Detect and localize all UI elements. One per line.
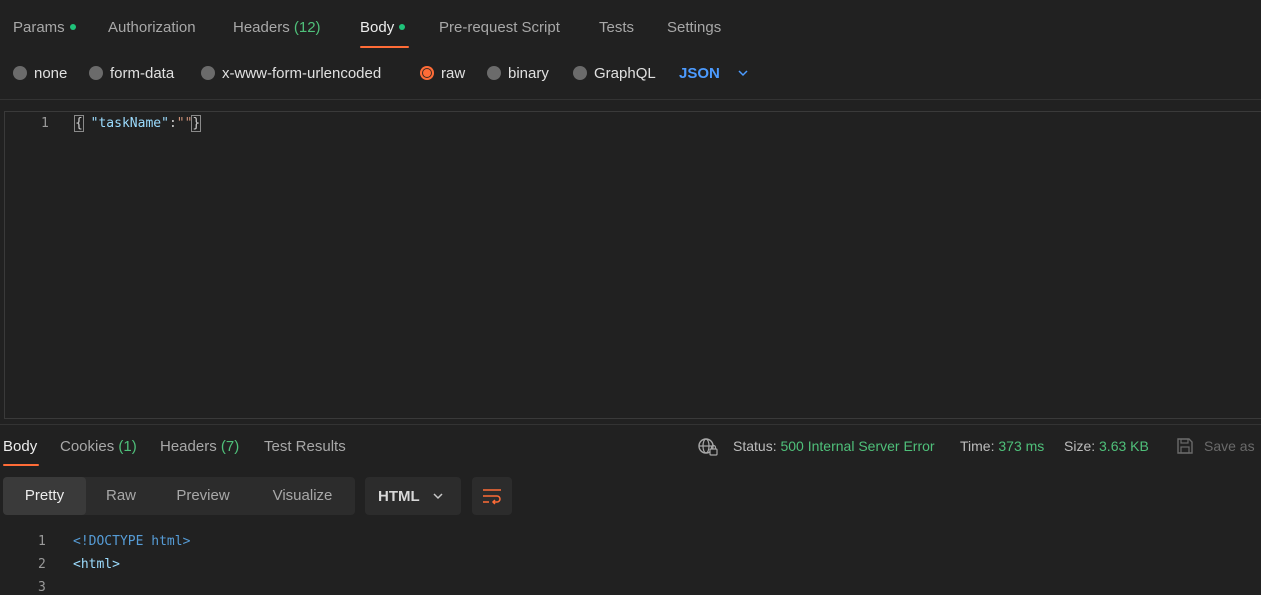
size-value[interactable]: 3.63 KB [1099, 438, 1149, 454]
radio-binary[interactable] [487, 66, 501, 80]
request-body-editor[interactable]: 1 { "taskName":""} [4, 111, 1261, 419]
radio-graphql[interactable] [573, 66, 587, 80]
active-tab-underline [360, 46, 409, 48]
wrap-lines-icon [483, 489, 501, 505]
status-label: Status: [733, 438, 777, 454]
body-indicator-dot [399, 24, 406, 31]
tab-body[interactable]: Body [360, 19, 406, 36]
tab-settings[interactable]: Settings [667, 19, 721, 36]
response-tab-test-results-label: Test Results [264, 438, 346, 455]
format-dropdown[interactable]: HTML [365, 477, 461, 515]
tab-authorization-label: Authorization [108, 19, 196, 36]
tab-headers[interactable]: Headers (12) [233, 19, 321, 36]
json-value: "" [176, 116, 193, 131]
radio-form-data[interactable] [89, 66, 103, 80]
divider [0, 424, 1261, 425]
tab-params-label: Params [13, 19, 65, 36]
tab-params[interactable]: Params [13, 19, 76, 36]
radio-urlencoded[interactable] [201, 66, 215, 80]
json-key: "taskName" [90, 116, 169, 131]
chevron-down-icon[interactable] [737, 67, 749, 79]
response-tab-body[interactable]: Body [3, 438, 37, 455]
chevron-down-icon [433, 493, 443, 500]
tab-authorization[interactable]: Authorization [108, 19, 196, 36]
time-value[interactable]: 373 ms [998, 438, 1044, 454]
tab-settings-label: Settings [667, 19, 722, 36]
view-visualize[interactable]: Visualize [250, 477, 355, 515]
line-number: 2 [38, 557, 46, 572]
radio-raw[interactable] [420, 66, 434, 80]
radio-none-label[interactable]: none [34, 65, 67, 82]
time-label: Time: [960, 438, 995, 454]
radio-none[interactable] [13, 66, 27, 80]
response-tab-headers-label: Headers [160, 438, 217, 455]
body-type-selector: none form-data x-www-form-urlencoded raw… [0, 62, 1261, 88]
response-time: Time: 373 ms [960, 438, 1044, 454]
radio-raw-label[interactable]: raw [441, 65, 465, 82]
view-pretty[interactable]: Pretty [3, 477, 86, 515]
radio-graphql-label[interactable]: GraphQL [594, 65, 656, 82]
tab-tests[interactable]: Tests [599, 19, 634, 36]
response-active-underline [3, 464, 39, 466]
response-tab-test-results[interactable]: Test Results [264, 438, 346, 455]
line-number: 3 [38, 580, 46, 595]
wrap-lines-button[interactable] [472, 477, 512, 515]
cookies-count: (1) [118, 438, 137, 455]
code-line[interactable]: { "taskName":""} [74, 115, 202, 132]
response-size: Size: 3.63 KB [1064, 438, 1149, 454]
tab-body-label: Body [360, 19, 395, 36]
tab-tests-label: Tests [599, 19, 635, 36]
html-tag-line: <html> [73, 557, 120, 572]
tab-pre-request-label: Pre-request Script [439, 19, 560, 36]
code-line[interactable]: <html> [73, 557, 120, 572]
response-headers-count: (7) [220, 438, 240, 455]
response-body-viewer[interactable]: 1 <!DOCTYPE html> 2 <html> 3 [0, 528, 1261, 595]
language-dropdown[interactable]: JSON [679, 65, 720, 82]
radio-urlencoded-label[interactable]: x-www-form-urlencoded [222, 65, 381, 82]
response-status: Status: 500 Internal Server Error [733, 438, 935, 454]
view-raw[interactable]: Raw [86, 477, 156, 515]
tab-headers-label: Headers [233, 19, 290, 36]
radio-binary-label[interactable]: binary [508, 65, 549, 82]
headers-count: (12) [293, 19, 321, 36]
request-tabs: Params Authorization Headers (12) Body P… [0, 0, 1261, 50]
globe-lock-icon[interactable] [697, 437, 719, 457]
response-tab-headers[interactable]: Headers (7) [160, 438, 239, 455]
response-tab-cookies-label: Cookies [60, 438, 115, 455]
response-tab-cookies[interactable]: Cookies (1) [60, 438, 137, 455]
close-brace: } [191, 115, 202, 132]
size-label: Size: [1064, 438, 1096, 454]
radio-form-data-label[interactable]: form-data [110, 65, 174, 82]
doctype-line: <!DOCTYPE html> [73, 534, 191, 549]
response-view-toggle: Pretty Raw Preview Visualize [3, 477, 355, 515]
status-value[interactable]: 500 Internal Server Error [780, 438, 934, 454]
save-as-button[interactable]: Save as [1204, 438, 1255, 454]
code-line[interactable]: <!DOCTYPE html> [73, 534, 190, 549]
line-number: 1 [41, 116, 49, 131]
line-number: 1 [38, 534, 46, 549]
response-tab-body-label: Body [3, 438, 38, 455]
view-preview[interactable]: Preview [156, 477, 250, 515]
save-icon[interactable] [1176, 437, 1194, 455]
params-indicator-dot [69, 24, 76, 31]
divider [0, 99, 1261, 100]
format-label: HTML [378, 488, 420, 505]
open-brace: { [74, 115, 84, 132]
json-colon: : [168, 116, 177, 131]
tab-pre-request-script[interactable]: Pre-request Script [439, 19, 560, 36]
